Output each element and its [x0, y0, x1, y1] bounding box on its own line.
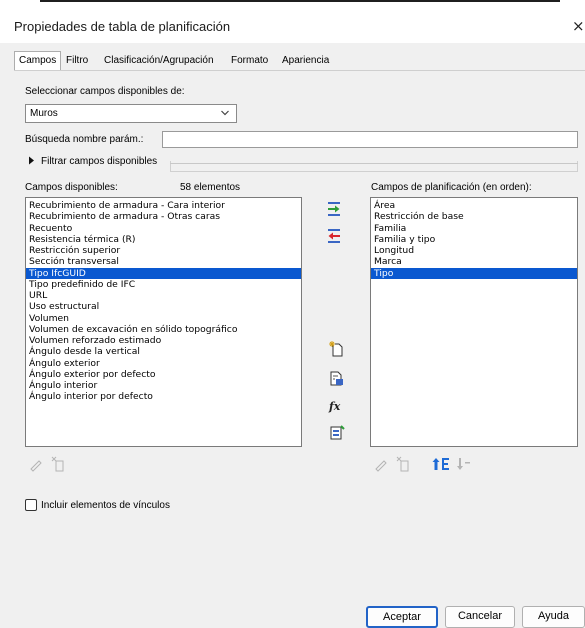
scheduled-item[interactable]: Marca [371, 256, 577, 267]
include-links-checkbox[interactable] [25, 499, 37, 511]
available-item[interactable]: Ángulo exterior [26, 358, 301, 369]
source-category-select[interactable]: Muros [25, 104, 237, 123]
available-item[interactable]: Tipo IfcGUID [26, 267, 301, 279]
available-item[interactable]: Resistencia térmica (R) [26, 234, 301, 245]
filter-expander[interactable]: Filtrar campos disponibles [25, 156, 578, 169]
svg-text:fx: fx [328, 400, 341, 413]
new-parameter-icon[interactable] [328, 340, 346, 358]
move-up-icon[interactable] [432, 455, 450, 473]
available-item[interactable]: Volumen [26, 313, 301, 324]
available-item[interactable]: Tipo predefinido de IFC [26, 279, 301, 290]
available-item[interactable]: Uso estructural [26, 301, 301, 312]
filter-expander-label: Filtrar campos disponibles [41, 156, 158, 167]
available-fields-list[interactable]: Recubrimiento de armadura - Cara interio… [25, 197, 302, 447]
available-item[interactable]: Recubrimiento de armadura - Cara interio… [26, 200, 301, 211]
available-item[interactable]: Volumen reforzado estimado [26, 335, 301, 346]
dialog-title: Propiedades de tabla de planificación [14, 19, 231, 34]
delete-parameter-icon[interactable] [50, 455, 68, 473]
scheduled-item[interactable]: Familia [371, 223, 577, 234]
tab-clasificacion[interactable]: Clasificación/Agrupación [100, 52, 218, 69]
chevron-down-icon [220, 107, 230, 122]
edit-parameter-icon[interactable] [328, 424, 346, 442]
add-field-icon[interactable] [325, 200, 343, 218]
scheduled-fields-label: Campos de planificación (en orden): [371, 182, 532, 193]
available-item[interactable]: Restricción superior [26, 245, 301, 256]
available-item[interactable]: Ángulo interior por defecto [26, 391, 301, 402]
formula-icon[interactable]: fx [328, 397, 346, 415]
include-links-label: Incluir elementos de vínculos [41, 500, 170, 511]
available-item[interactable]: URL [26, 290, 301, 301]
available-item[interactable]: Ángulo desde la vertical [26, 346, 301, 357]
available-item[interactable]: Recuento [26, 223, 301, 234]
select-source-label: Seleccionar campos disponibles de: [25, 86, 185, 97]
search-label: Búsqueda nombre parám.: [25, 134, 144, 145]
scheduled-item[interactable]: Tipo [371, 267, 577, 279]
tab-apariencia[interactable]: Apariencia [278, 52, 333, 69]
tab-filtro[interactable]: Filtro [62, 52, 92, 69]
remove-field-icon[interactable] [325, 227, 343, 245]
parameter-search-input[interactable] [162, 131, 578, 148]
pencil-edit-icon-right[interactable] [372, 455, 390, 473]
scheduled-item[interactable]: Área [371, 200, 577, 211]
scheduled-fields-list[interactable]: Área Restricción de base Familia Familia y … [370, 197, 578, 447]
available-item[interactable]: Recubrimiento de armadura - Otras caras [26, 211, 301, 222]
scheduled-item[interactable]: Restricción de base [371, 211, 577, 222]
scheduled-item[interactable]: Longitud [371, 245, 577, 256]
available-fields-label: Campos disponibles: [25, 182, 118, 193]
combine-parameters-icon[interactable] [328, 370, 346, 388]
available-item[interactable]: Volumen de excavación en sólido topográf… [26, 324, 301, 335]
ok-button[interactable]: Aceptar [366, 606, 438, 628]
expand-arrow-icon [28, 156, 35, 167]
pencil-edit-icon[interactable] [27, 455, 45, 473]
available-item[interactable]: Sección transversal [26, 256, 301, 267]
help-button[interactable]: Ayuda [522, 606, 585, 628]
move-down-icon[interactable] [455, 455, 473, 473]
tab-campos[interactable]: Campos [14, 51, 62, 71]
delete-parameter-icon-right[interactable] [395, 455, 413, 473]
cancel-button[interactable]: Cancelar [445, 606, 515, 628]
filter-divider [170, 163, 578, 164]
scheduled-item[interactable]: Familia y tipo [371, 234, 577, 245]
tab-formato[interactable]: Formato [227, 52, 272, 69]
close-button[interactable]: × [572, 17, 585, 35]
source-category-value: Muros [30, 108, 58, 119]
available-item[interactable]: Ángulo exterior por defecto [26, 369, 301, 380]
available-count: 58 elementos [180, 182, 241, 193]
title-bar: Propiedades de tabla de planificación × [0, 3, 585, 43]
available-item[interactable]: Ángulo interior [26, 380, 301, 391]
